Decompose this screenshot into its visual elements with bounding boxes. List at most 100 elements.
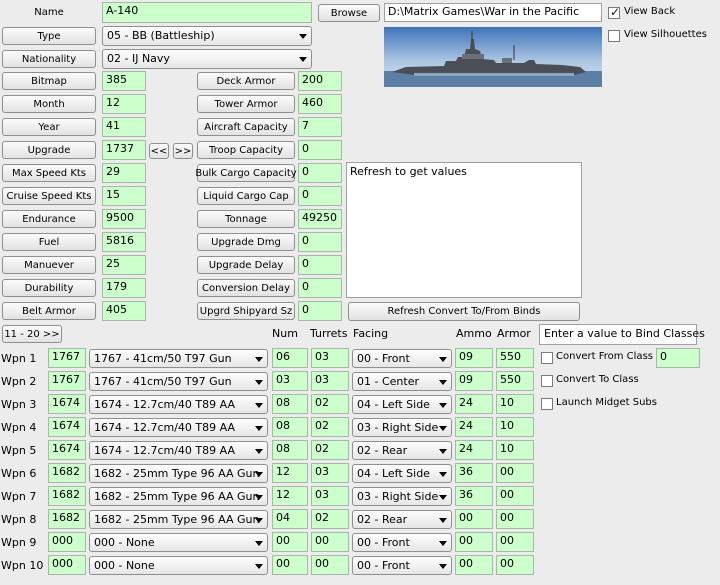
type-dropdown[interactable]: 05 - BB (Battleship) bbox=[102, 26, 312, 46]
weapon-id-field[interactable]: 1767 bbox=[48, 371, 86, 391]
field-value[interactable]: 0 bbox=[298, 255, 342, 275]
field-value[interactable]: 29 bbox=[102, 163, 146, 183]
field-value[interactable]: 15 bbox=[102, 186, 146, 206]
weapon-ammo-field[interactable]: 00 bbox=[455, 532, 493, 552]
field-value[interactable]: 405 bbox=[102, 301, 146, 321]
weapon-device-dropdown[interactable]: 1674 - 12.7cm/40 T89 AA bbox=[89, 395, 268, 414]
field-button[interactable]: Aircraft Capacity bbox=[197, 118, 295, 136]
weapon-turrets-field[interactable]: 03 bbox=[311, 348, 349, 368]
field-button[interactable]: Liquid Cargo Cap bbox=[197, 187, 295, 205]
field-value[interactable]: 179 bbox=[102, 278, 146, 298]
field-button[interactable]: Manuever bbox=[2, 256, 96, 274]
field-value[interactable]: 7 bbox=[298, 117, 342, 137]
weapon-device-dropdown[interactable]: 1674 - 12.7cm/40 T89 AA bbox=[89, 441, 268, 460]
weapon-facing-dropdown[interactable]: 03 - Right Side bbox=[352, 418, 452, 437]
weapon-num-field[interactable]: 08 bbox=[272, 417, 308, 437]
convert-to-checkbox[interactable] bbox=[541, 375, 553, 387]
weapon-num-field[interactable]: 12 bbox=[272, 486, 308, 506]
weapon-device-dropdown[interactable]: 1674 - 12.7cm/40 T89 AA bbox=[89, 418, 268, 437]
field-button[interactable]: Endurance bbox=[2, 210, 96, 228]
field-button[interactable]: Upgrade Delay bbox=[197, 256, 295, 274]
field-value[interactable]: 0 bbox=[298, 186, 342, 206]
weapon-facing-dropdown[interactable]: 04 - Left Side bbox=[352, 464, 452, 483]
field-button[interactable]: Conversion Delay bbox=[197, 279, 295, 297]
launch-midget-checkbox[interactable] bbox=[541, 398, 553, 410]
weapon-armor-field[interactable]: 550 bbox=[496, 371, 534, 391]
weapon-turrets-field[interactable]: 00 bbox=[311, 555, 349, 575]
field-button[interactable]: Deck Armor bbox=[197, 72, 295, 90]
weapon-num-field[interactable]: 00 bbox=[272, 532, 308, 552]
field-button[interactable]: Upgrade Dmg bbox=[197, 233, 295, 251]
weapon-id-field[interactable]: 1682 bbox=[48, 509, 86, 529]
field-button[interactable]: Upgrd Shipyard Sz bbox=[197, 302, 295, 320]
weapon-ammo-field[interactable]: 36 bbox=[455, 463, 493, 483]
weapon-facing-dropdown[interactable]: 00 - Front bbox=[352, 349, 452, 368]
weapon-facing-dropdown[interactable]: 00 - Front bbox=[352, 533, 452, 552]
nationality-button[interactable]: Nationality bbox=[2, 50, 96, 68]
weapon-device-dropdown[interactable]: 000 - None bbox=[89, 556, 268, 575]
page-next-button[interactable]: 11 - 20 >> bbox=[2, 325, 62, 343]
field-value[interactable]: 0 bbox=[298, 301, 342, 321]
weapon-id-field[interactable]: 1682 bbox=[48, 463, 86, 483]
weapon-num-field[interactable]: 08 bbox=[272, 394, 308, 414]
field-value[interactable]: 385 bbox=[102, 71, 146, 91]
upgrade-next-button[interactable]: >> bbox=[173, 143, 193, 159]
field-value[interactable]: 0 bbox=[298, 232, 342, 252]
weapon-device-dropdown[interactable]: 1682 - 25mm Type 96 AA Gun bbox=[89, 487, 268, 506]
field-value[interactable]: 0 bbox=[298, 278, 342, 298]
field-button[interactable]: Troop Capacity bbox=[197, 141, 295, 159]
field-value[interactable]: 5816 bbox=[102, 232, 146, 252]
weapon-armor-field[interactable]: 00 bbox=[496, 463, 534, 483]
weapon-facing-dropdown[interactable]: 02 - Rear bbox=[352, 510, 452, 529]
name-field[interactable]: A-140 bbox=[102, 2, 312, 23]
field-button[interactable]: Belt Armor bbox=[2, 302, 96, 320]
path-field[interactable]: D:\Matrix Games\War in the Pacific bbox=[384, 3, 602, 22]
field-button[interactable]: Bulk Cargo Capacity bbox=[195, 164, 297, 182]
weapon-facing-dropdown[interactable]: 01 - Center bbox=[352, 372, 452, 391]
weapon-id-field[interactable]: 000 bbox=[48, 532, 86, 552]
field-button[interactable]: Upgrade bbox=[2, 141, 96, 159]
field-button[interactable]: Durability bbox=[2, 279, 96, 297]
field-button[interactable]: Tonnage bbox=[197, 210, 295, 228]
view-back-checkbox[interactable] bbox=[608, 5, 620, 19]
weapon-facing-dropdown[interactable]: 04 - Left Side bbox=[352, 395, 452, 414]
weapon-armor-field[interactable]: 10 bbox=[496, 440, 534, 460]
field-value[interactable]: 25 bbox=[102, 255, 146, 275]
weapon-armor-field[interactable]: 10 bbox=[496, 394, 534, 414]
weapon-armor-field[interactable]: 00 bbox=[496, 555, 534, 575]
field-value[interactable]: 41 bbox=[102, 117, 146, 137]
field-value[interactable]: 0 bbox=[298, 140, 342, 160]
weapon-id-field[interactable]: 1674 bbox=[48, 440, 86, 460]
weapon-ammo-field[interactable]: 24 bbox=[455, 440, 493, 460]
weapon-facing-dropdown[interactable]: 02 - Rear bbox=[352, 441, 452, 460]
weapon-ammo-field[interactable]: 09 bbox=[455, 371, 493, 391]
weapon-num-field[interactable]: 12 bbox=[272, 463, 308, 483]
weapon-ammo-field[interactable]: 00 bbox=[455, 509, 493, 529]
browse-button[interactable]: Browse bbox=[318, 4, 380, 22]
weapon-id-field[interactable]: 1674 bbox=[48, 394, 86, 414]
weapon-num-field[interactable]: 06 bbox=[272, 348, 308, 368]
weapon-id-field[interactable]: 1767 bbox=[48, 348, 86, 368]
field-button[interactable]: Month bbox=[2, 95, 96, 113]
weapon-armor-field[interactable]: 550 bbox=[496, 348, 534, 368]
field-value[interactable]: 49250 bbox=[298, 209, 342, 229]
weapon-turrets-field[interactable]: 02 bbox=[311, 417, 349, 437]
field-value[interactable]: 12 bbox=[102, 94, 146, 114]
field-value[interactable]: 9500 bbox=[102, 209, 146, 229]
view-silhouettes-checkbox[interactable] bbox=[608, 30, 620, 42]
weapon-turrets-field[interactable]: 03 bbox=[311, 486, 349, 506]
weapon-device-dropdown[interactable]: 1682 - 25mm Type 96 AA Gun bbox=[89, 464, 268, 483]
weapon-ammo-field[interactable]: 00 bbox=[455, 555, 493, 575]
weapon-facing-dropdown[interactable]: 03 - Right Side bbox=[352, 487, 452, 506]
field-value[interactable]: 1737 bbox=[102, 140, 146, 160]
weapon-armor-field[interactable]: 00 bbox=[496, 509, 534, 529]
weapon-armor-field[interactable]: 00 bbox=[496, 486, 534, 506]
weapon-armor-field[interactable]: 10 bbox=[496, 417, 534, 437]
weapon-id-field[interactable]: 1682 bbox=[48, 486, 86, 506]
weapon-num-field[interactable]: 00 bbox=[272, 555, 308, 575]
weapon-device-dropdown[interactable]: 1767 - 41cm/50 T97 Gun bbox=[89, 372, 268, 391]
weapon-turrets-field[interactable]: 02 bbox=[311, 509, 349, 529]
type-button[interactable]: Type bbox=[2, 27, 96, 45]
field-value[interactable]: 460 bbox=[298, 94, 342, 114]
weapon-device-dropdown[interactable]: 1767 - 41cm/50 T97 Gun bbox=[89, 349, 268, 368]
